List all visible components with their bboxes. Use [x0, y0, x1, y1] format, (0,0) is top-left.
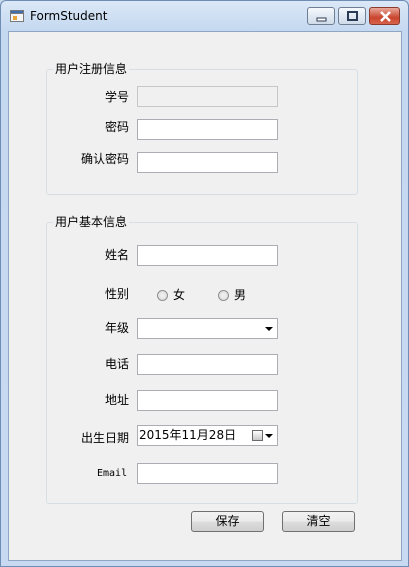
maximize-button[interactable]: [338, 7, 366, 25]
gender-male-radio[interactable]: [218, 290, 229, 301]
password-field[interactable]: [137, 119, 278, 140]
form-client-area: 用户注册信息 学号 密码 确认密码 用户基本信息 姓名 性别 女 男 年级 电话…: [8, 31, 402, 561]
address-field[interactable]: [137, 390, 278, 411]
title-bar[interactable]: FormStudent: [1, 1, 408, 31]
grade-select[interactable]: [137, 318, 278, 339]
minimize-icon: [316, 17, 327, 22]
phone-label: 电话: [105, 357, 130, 371]
student-id-field[interactable]: [137, 86, 278, 107]
gender-female-radio[interactable]: [157, 290, 168, 301]
clear-button[interactable]: 清空: [282, 511, 355, 532]
birth-date-value: 2015年11月28日: [139, 428, 237, 442]
email-field[interactable]: [137, 463, 278, 484]
close-button[interactable]: [369, 7, 400, 25]
gender-male-label[interactable]: 男: [234, 288, 246, 302]
birth-date-picker[interactable]: 2015年11月28日: [137, 425, 278, 446]
name-label: 姓名: [105, 248, 130, 262]
close-icon: [380, 11, 391, 22]
chevron-down-icon[interactable]: [265, 434, 273, 438]
name-field[interactable]: [137, 245, 278, 266]
grade-label: 年级: [105, 321, 130, 335]
register-group-title: 用户注册信息: [53, 62, 130, 76]
email-label: Email: [97, 468, 128, 479]
address-label: 地址: [105, 393, 130, 407]
window-title: FormStudent: [30, 9, 108, 23]
minimize-button[interactable]: [307, 7, 335, 25]
calendar-icon[interactable]: [252, 430, 263, 441]
maximize-icon: [347, 11, 358, 21]
basic-group-title: 用户基本信息: [53, 215, 130, 229]
password-label: 密码: [105, 120, 130, 134]
confirm-password-field[interactable]: [137, 152, 278, 173]
student-id-label: 学号: [105, 90, 130, 104]
save-button[interactable]: 保存: [191, 511, 264, 532]
birth-date-label: 出生日期: [81, 431, 130, 445]
app-form-icon: [10, 10, 24, 22]
gender-label: 性别: [105, 287, 130, 301]
phone-field[interactable]: [137, 354, 278, 375]
form-student-window: FormStudent 用户注册信息 学号 密码 确认密码 用户基本信息 姓名 …: [0, 0, 409, 567]
confirm-password-label: 确认密码: [81, 152, 130, 166]
gender-female-label[interactable]: 女: [173, 288, 185, 302]
chevron-down-icon: [265, 327, 273, 331]
